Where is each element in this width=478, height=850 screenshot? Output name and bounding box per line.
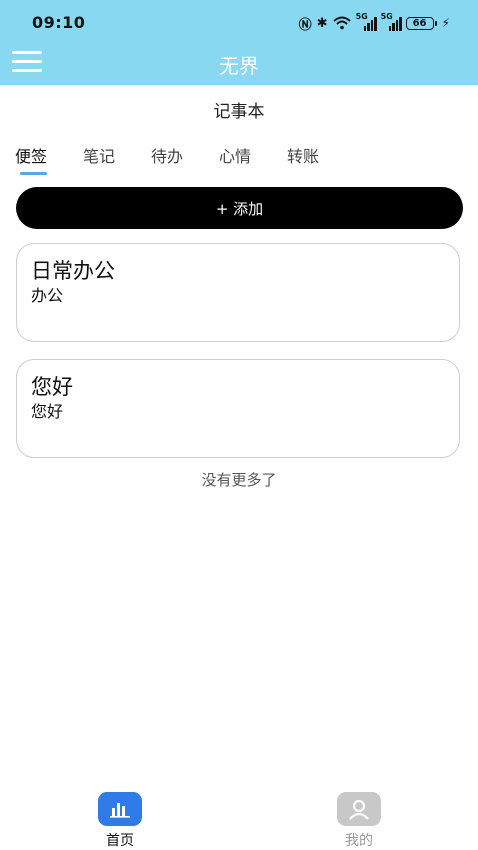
status-icons: Ⓝ ✱ 5G 5G 66 ⚡ xyxy=(298,12,450,33)
signal-5g-icon: 5G xyxy=(356,12,377,31)
nfc-icon: Ⓝ xyxy=(298,17,312,33)
signal-5g-icon: 5G xyxy=(381,12,402,31)
tab-label: 便签 xyxy=(15,147,48,166)
tab-label: 笔记 xyxy=(83,147,116,166)
tab-mood[interactable]: 心情 xyxy=(219,143,287,175)
charging-icon: ⚡ xyxy=(441,16,450,30)
user-icon xyxy=(337,792,381,826)
note-title: 日常办公 xyxy=(31,259,115,283)
top-bar: 09:10 Ⓝ ✱ 5G 5G 66 ⚡ 无界 xyxy=(0,0,478,85)
tab-sticky-notes[interactable]: 便签 xyxy=(15,143,83,175)
tab-label: 转账 xyxy=(287,147,320,166)
tab-transfer[interactable]: 转账 xyxy=(287,143,355,175)
bottom-nav: 首页 我的 xyxy=(0,782,478,850)
tab-notes[interactable]: 笔记 xyxy=(83,143,151,175)
list-end-text: 没有更多了 xyxy=(201,471,277,489)
nav-home[interactable]: 首页 xyxy=(90,792,150,850)
chart-icon xyxy=(98,792,142,826)
nav-profile-label: 我的 xyxy=(345,833,373,849)
bluetooth-icon: ✱ xyxy=(316,15,328,31)
note-content: 办公 xyxy=(31,286,64,305)
note-content: 您好 xyxy=(31,402,64,421)
battery-level: 66 xyxy=(405,16,434,30)
active-tab-indicator xyxy=(20,172,47,175)
tab-todo[interactable]: 待办 xyxy=(151,143,219,175)
note-card[interactable]: 日常办公 办公 xyxy=(16,243,460,342)
tab-label: 心情 xyxy=(219,147,252,166)
tab-bar: 便签 笔记 待办 心情 转账 xyxy=(15,143,355,175)
note-card[interactable]: 您好 您好 xyxy=(16,359,460,458)
note-title: 您好 xyxy=(31,375,73,399)
add-button[interactable]: + 添加 xyxy=(16,187,463,229)
tab-label: 待办 xyxy=(151,147,184,166)
status-bar: 09:10 Ⓝ ✱ 5G 5G 66 ⚡ xyxy=(0,0,478,44)
nav-profile[interactable]: 我的 xyxy=(329,792,389,850)
app-title: 无界 xyxy=(219,54,259,78)
nav-home-label: 首页 xyxy=(106,833,134,849)
status-time: 09:10 xyxy=(32,13,86,32)
battery-icon: 66 xyxy=(405,16,437,30)
page-title: 记事本 xyxy=(213,102,265,122)
wifi-icon xyxy=(332,16,351,30)
